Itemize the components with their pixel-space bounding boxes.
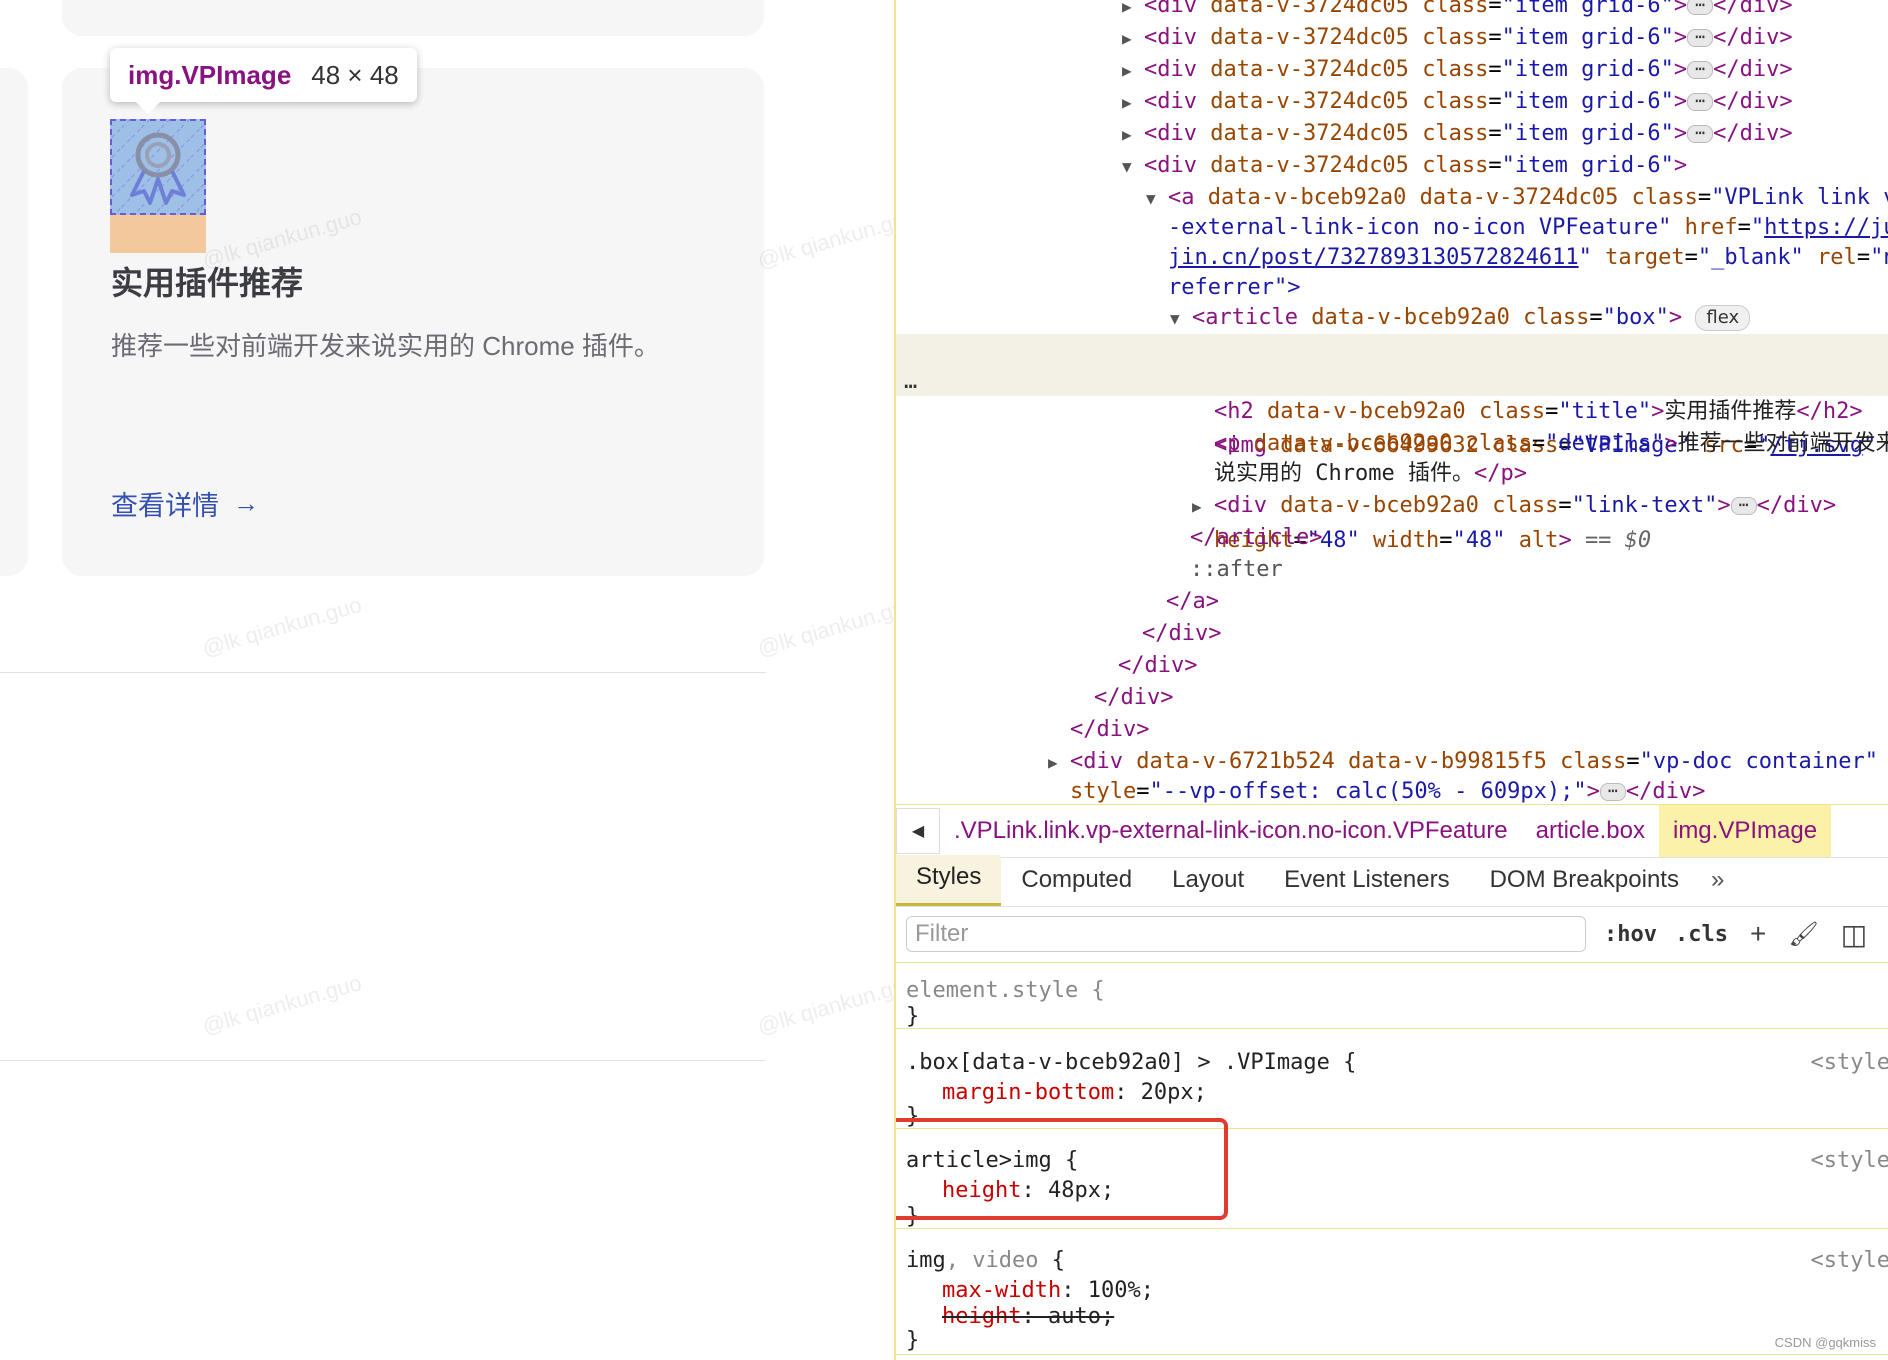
dom-node-row[interactable]: ▶ <div data-v-3724dc05 class="item grid-6… <box>896 0 1888 22</box>
tab-computed[interactable]: Computed <box>1001 858 1152 906</box>
expand-arrow-icon[interactable]: ▶ <box>1122 55 1144 87</box>
dom-node-row[interactable]: ▶ <div data-v-6721b524 data-v-b99815f5 cl… <box>896 746 1888 778</box>
breadcrumb-item-article[interactable]: article.box <box>1522 805 1659 857</box>
watermark: @lk qiankun.guo <box>199 591 365 662</box>
tooltip-element-name: img.VPImage <box>128 59 292 90</box>
more-tabs-icon[interactable]: » <box>1699 858 1736 906</box>
dom-node-row[interactable]: ▶ <div data-v-3724dc05 class="item grid-6… <box>896 54 1888 86</box>
breadcrumb-back-icon[interactable]: ◀ <box>896 808 940 854</box>
paint-brush-icon[interactable]: 🖌 <box>1788 920 1818 949</box>
ellipsis-badge[interactable]: ⋯ <box>1687 61 1714 79</box>
tab-event-listeners[interactable]: Event Listeners <box>1264 858 1469 906</box>
style-origin[interactable]: <style <box>1811 1246 1888 1276</box>
badge-icon <box>110 119 206 215</box>
dom-node-row-continued[interactable]: jin.cn/post/7327893130572824611" target=… <box>896 242 1888 274</box>
collapse-arrow-icon[interactable]: ▼ <box>1146 183 1168 215</box>
divider <box>0 1060 766 1061</box>
arrow-right-icon: → <box>233 488 259 518</box>
dom-node-row[interactable]: <p data-v-bceb92a0 class="details">推荐一些对… <box>896 428 1888 460</box>
tab-styles[interactable]: Styles <box>896 855 1002 906</box>
dom-node-row-continued[interactable]: referrer"> <box>896 272 1888 304</box>
csdn-watermark: CSDN @gqkmiss <box>1774 1335 1876 1350</box>
ellipsis-badge[interactable]: ⋯ <box>1730 497 1757 515</box>
dom-node-row[interactable]: ▼ <div data-v-3724dc05 class="item grid-6… <box>896 150 1888 182</box>
card-details: 推荐一些对前端开发来说实用的 Chrome 插件。 <box>111 331 660 361</box>
dom-node-row[interactable]: ▶ <div data-v-3724dc05 class="item grid-6… <box>896 86 1888 118</box>
collapse-arrow-icon[interactable]: ▼ <box>1170 303 1192 335</box>
dom-node-row[interactable]: ▶ <div data-v-3724dc05 class="item grid-6… <box>896 22 1888 54</box>
watermark: @lk qiankun.guo <box>754 591 894 662</box>
documentation-page: img.VPImage 48 × 48 实用插件推荐 推荐一些对前端开发来说实用… <box>0 0 894 1360</box>
cls-button[interactable]: .cls <box>1675 922 1728 947</box>
feature-card-above[interactable] <box>62 0 764 36</box>
dom-node-row[interactable]: </article> <box>896 522 1888 554</box>
ellipsis-badge[interactable]: ⋯ <box>1687 93 1714 111</box>
dom-node-row[interactable]: </div> <box>896 682 1888 714</box>
filter-input[interactable]: Filter <box>906 916 1586 952</box>
href-link-continued[interactable]: jin.cn/post/7327893130572824611 <box>1168 245 1579 270</box>
view-details-label: 查看详情 <box>111 491 219 521</box>
dom-node-row[interactable]: <h2 data-v-bceb92a0 class="title">实用插件推荐… <box>896 396 1888 428</box>
style-origin[interactable]: <style <box>1811 1146 1888 1176</box>
add-rule-icon[interactable]: + <box>1750 918 1766 950</box>
dom-breadcrumb: ◀ .VPLink.link.vp-external-link-icon.no-… <box>896 804 1888 858</box>
devtools-panel: ▶ <div data-v-3724dc05 class="item grid-6… <box>894 0 1888 1360</box>
dom-node-row[interactable]: </div> <box>896 650 1888 682</box>
card-title: 实用插件推荐 <box>111 265 304 301</box>
styles-toolbar: Filter :hov .cls + 🖌 ◫ <box>896 906 1888 963</box>
dom-node-row[interactable]: ▶ <div data-v-3724dc05 class="item grid-6… <box>896 118 1888 150</box>
watermark: @lk qiankun.guo <box>754 203 894 274</box>
expand-arrow-icon[interactable]: ▶ <box>1122 23 1144 55</box>
ellipsis-badge[interactable]: ⋯ <box>1599 783 1626 801</box>
element-inspect-tooltip: img.VPImage 48 × 48 <box>110 48 417 114</box>
dom-node-row[interactable]: </div> <box>896 618 1888 650</box>
more-options-icon[interactable]: … <box>904 366 917 398</box>
expand-arrow-icon[interactable]: ▶ <box>1192 491 1214 523</box>
dom-node-row[interactable]: ▶ <div data-v-bceb92a0 class="link-text">… <box>896 490 1888 522</box>
feature-card-left[interactable] <box>0 68 28 576</box>
divider <box>0 672 766 673</box>
watermark: @lk qiankun.guo <box>754 969 894 1040</box>
tab-dom-breakpoints[interactable]: DOM Breakpoints <box>1470 858 1699 906</box>
href-link[interactable]: https://ju <box>1764 215 1888 240</box>
expand-arrow-icon[interactable]: ▶ <box>1122 87 1144 119</box>
expand-arrow-icon[interactable]: ▶ <box>1122 0 1144 23</box>
tooltip-element-size: 48 × 48 <box>311 59 399 90</box>
style-rule-vpimage[interactable]: .box[data-v-bceb92a0] > .VPImage { <styl… <box>896 1028 1888 1129</box>
collapse-arrow-icon[interactable]: ▼ <box>1122 151 1144 183</box>
annotation-highlight-box <box>896 1118 1228 1220</box>
expand-arrow-icon[interactable]: ▶ <box>1048 747 1070 779</box>
view-details-link[interactable]: 查看详情 → <box>111 484 259 523</box>
toggle-sidebar-icon[interactable]: ◫ <box>1841 918 1867 951</box>
selected-dom-node[interactable]: … <img data-v-66499632 class="VPImage" s… <box>896 334 1888 553</box>
style-rule-element[interactable]: element.style { } <box>896 962 1888 1029</box>
expand-arrow-icon[interactable]: ▶ <box>1122 119 1144 151</box>
dom-node-row[interactable]: </a> <box>896 586 1888 618</box>
ellipsis-badge[interactable]: ⋯ <box>1687 29 1714 47</box>
dom-node-row[interactable]: ▼ <a data-v-bceb92a0 data-v-3724dc05 clas… <box>896 182 1888 214</box>
dom-node-row[interactable]: ▼ <article data-v-bceb92a0 class="box"> f… <box>896 302 1888 334</box>
hov-button[interactable]: :hov <box>1604 922 1657 947</box>
sidebar-tabs: Styles Computed Layout Event Listeners D… <box>896 855 1888 907</box>
dom-node-row[interactable]: </div> <box>896 714 1888 746</box>
ellipsis-badge[interactable]: ⋯ <box>1687 125 1714 143</box>
elements-tree[interactable]: ▶ <div data-v-3724dc05 class="item grid-6… <box>896 0 1888 804</box>
image-margin-overlay <box>110 215 206 253</box>
flex-badge[interactable]: flex <box>1695 305 1751 331</box>
watermark: @lk qiankun.guo <box>199 969 365 1040</box>
tab-layout[interactable]: Layout <box>1152 858 1264 906</box>
dom-node-row[interactable]: ::after <box>896 554 1888 586</box>
style-origin[interactable]: <style <box>1811 1048 1888 1078</box>
style-rule-img-video[interactable]: img, video { <style max-width: 100%; hei… <box>896 1228 1888 1355</box>
breadcrumb-item-vplink[interactable]: .VPLink.link.vp-external-link-icon.no-ic… <box>940 805 1522 857</box>
ellipsis-badge[interactable]: ⋯ <box>1687 0 1714 15</box>
dom-node-row-continued[interactable]: 说实用的 Chrome 插件。</p> <box>896 458 1888 490</box>
dom-node-row-continued[interactable]: -external-link-icon no-icon VPFeature" h… <box>896 212 1888 244</box>
breadcrumb-item-img[interactable]: img.VPImage <box>1658 805 1832 857</box>
styles-pane: element.style { } .box[data-v-bceb92a0] … <box>896 962 1888 1360</box>
